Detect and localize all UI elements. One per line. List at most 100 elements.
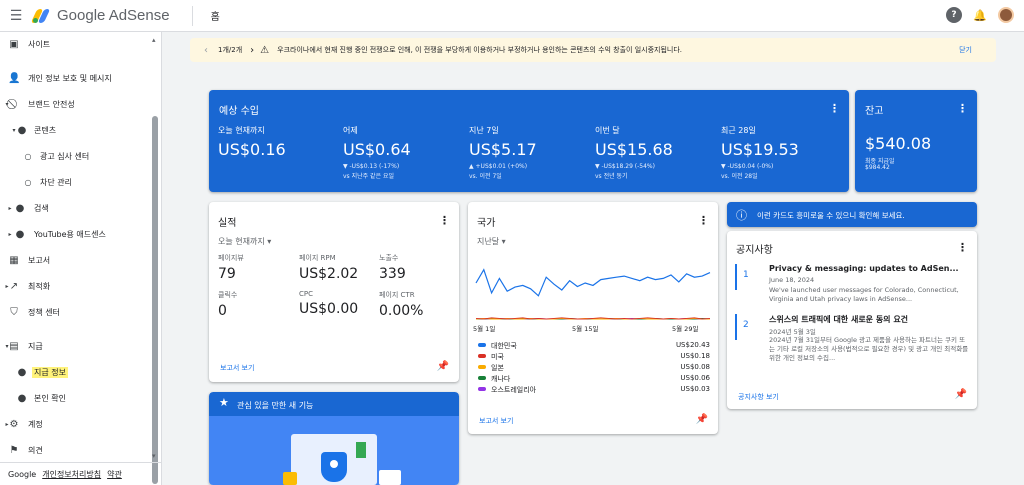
pin-icon[interactable]: 📌 [696, 414, 708, 425]
legend-swatch [478, 376, 486, 380]
notice-accent-bar [735, 264, 737, 290]
notice-item[interactable]: 1 Privacy & messaging: updates to AdSen.… [735, 264, 967, 303]
sidebar-item-content[interactable]: ▾ ● 콘텐츠 [0, 120, 152, 140]
performance-view-report-link[interactable]: 보고서 보기 [220, 363, 254, 373]
app-name: Google AdSense [57, 7, 170, 24]
countries-range-select[interactable]: 지난달 ▾ [477, 236, 506, 247]
notice-item[interactable]: 2 스위스의 트래픽에 대한 새로운 동의 요건 2024년 5월 3일 202… [735, 314, 968, 366]
sidebar: ▣ 사이트 👤 개인 정보 보호 및 메시지 ▾ ⃠ 브랜드 안전성 ▾ ● 콘… [0, 32, 162, 485]
earnings-this-month: 이번 달 US$15.68 ▼ -US$18.29 (-54%) vs 전년 동… [595, 126, 673, 180]
notices-more-icon[interactable]: ⋮ [957, 242, 968, 253]
gear-icon: ⚙ [9, 418, 19, 430]
earnings-more-icon[interactable]: ⋮ [829, 103, 840, 114]
help-icon[interactable]: ? [946, 7, 962, 23]
scroll-up-arrow[interactable]: ▴ [152, 36, 156, 44]
earnings-today: 오늘 현재까지 US$0.16 [218, 126, 286, 159]
bullet-icon: ● [17, 124, 27, 136]
balance-card: 잔고 ⋮ $540.08 최종 지급일 $984.42 [855, 90, 977, 192]
metric-page-rpm: 페이지 RPM US$2.02 [299, 254, 359, 282]
feedback-icon: ⚑ [9, 444, 19, 456]
sidebar-item-payment-info[interactable]: ● 지급 정보 [0, 362, 152, 382]
chart-icon: ▦ [9, 254, 19, 266]
country-row: 일본 US$0.08 [478, 363, 710, 373]
block-icon: ⃠ [8, 99, 20, 110]
sidebar-item-ad-review-center[interactable]: ○ 광고 심사 센터 [0, 146, 152, 166]
sidebar-item-brand-safety[interactable]: ▾ ⃠ 브랜드 안전성 [0, 94, 152, 114]
view-notices-link[interactable]: 공지사항 보기 [738, 392, 779, 402]
alert-close-button[interactable]: 닫기 [959, 45, 972, 55]
estimated-earnings-card: 예상 수입 ⋮ 오늘 현재까지 US$0.16 어제 US$0.64 ▼ -US… [209, 90, 849, 192]
avatar[interactable] [998, 7, 1014, 23]
sidebar-scrollbar[interactable] [152, 116, 158, 484]
adsense-logo-mark [30, 8, 52, 23]
sidebar-item-optimization[interactable]: ▸ ↗ 최적화 [0, 276, 152, 296]
sidebar-item-policy-center[interactable]: ⛉ 정책 센터 [0, 302, 152, 322]
sidebar-item-search[interactable]: ▸ ● 검색 [0, 198, 152, 218]
last-payment-value: $984.42 [865, 164, 890, 171]
sidebar-item-youtube[interactable]: ▸ ● YouTube용 애드센스 [0, 224, 152, 244]
countries-title: 국가 [477, 218, 496, 229]
promo-text: 이런 카드도 흥미로울 수 있으니 확인해 보세요. [757, 211, 905, 220]
performance-range-select[interactable]: 오늘 현재까지 ▾ [218, 236, 271, 247]
country-row: 대한민국 US$20.43 [478, 341, 710, 351]
header-divider [191, 5, 193, 26]
sidebar-item-sites[interactable]: ▣ 사이트 [0, 34, 152, 54]
sidebar-item-privacy-messaging[interactable]: 👤 개인 정보 보호 및 메시지 [0, 68, 152, 88]
sidebar-item-account[interactable]: ▸ ⚙ 계정 [0, 414, 152, 434]
new-features-header: ★ 관심 있을 만한 새 기능 [209, 392, 459, 416]
notices-card: 공지사항 ⋮ 1 Privacy & messaging: updates to… [727, 231, 977, 409]
performance-more-icon[interactable]: ⋮ [439, 215, 450, 226]
scroll-down-arrow[interactable]: ▾ [152, 452, 156, 460]
alert-message: 우크라이나에서 현재 진행 중인 전쟁으로 인해, 이 전쟁을 부당하게 이용하… [277, 46, 683, 54]
trending-icon: ↗ [9, 280, 19, 292]
pin-icon[interactable]: 📌 [955, 389, 967, 400]
x-tick-may-15: 5월 15일 [572, 325, 599, 333]
bell-icon[interactable]: 🔔 [972, 7, 988, 23]
country-row: 캐나다 US$0.06 [478, 374, 710, 384]
menu-icon[interactable]: ☰ [4, 8, 28, 24]
promo-banner[interactable]: ⓘ 이런 카드도 흥미로울 수 있으니 확인해 보세요. [727, 202, 977, 227]
series-line-미국 [475, 317, 711, 320]
countries-view-report-link[interactable]: 보고서 보기 [479, 416, 513, 426]
sidebar-item-reports[interactable]: ▦ 보고서 [0, 250, 152, 270]
x-tick-may-29: 5월 29일 [672, 325, 699, 333]
person-lock-icon: 👤 [8, 72, 21, 84]
performance-card: 실적 ⋮ 오늘 현재까지 ▾ 페이지뷰 79 페이지 RPM US$2.02 노출수… [209, 202, 459, 382]
terms-link[interactable]: 약관 [107, 469, 122, 480]
sidebar-item-feedback[interactable]: ⚑ 의견 [0, 440, 152, 460]
bullet-icon: ● [15, 202, 25, 214]
countries-more-icon[interactable]: ⋮ [698, 215, 709, 226]
privacy-policy-link[interactable]: 개인정보처리방침 [42, 469, 101, 480]
top-app-bar: ☰ Google AdSense 홈 ? 🔔 [0, 0, 1024, 32]
sidebar-footer: Google 개인정보처리방침 약관 [0, 462, 161, 485]
x-tick-may-1: 5월 1일 [473, 325, 496, 333]
legend-swatch [478, 387, 486, 391]
bullet-icon: ● [17, 392, 27, 404]
sidebar-item-blocking-controls[interactable]: ○ 차단 관리 [0, 172, 152, 192]
adsense-logo[interactable]: Google AdSense [30, 7, 170, 24]
countries-card: 국가 ⋮ 지난달 ▾ 5월 1일 5월 15일 5월 29일 대한민국 US$20… [468, 202, 718, 434]
bullet-icon: ● [15, 228, 25, 240]
earnings-title: 예상 수입 [219, 106, 259, 117]
prev-alert-icon[interactable]: ‹ [204, 45, 208, 56]
info-icon: ⓘ [736, 209, 747, 222]
circle-icon: ○ [24, 151, 32, 161]
legend-swatch [478, 354, 486, 358]
country-row: 오스트레일리아 US$0.03 [478, 385, 710, 395]
notice-accent-bar [735, 314, 737, 340]
footer-brand: Google [8, 469, 37, 479]
warning-icon: ⚠ [260, 44, 270, 56]
pin-icon[interactable]: 📌 [437, 361, 449, 372]
next-alert-icon[interactable]: › [250, 45, 254, 56]
new-features-card: ★ 관심 있을 만한 새 기능 [209, 392, 459, 485]
sidebar-item-identity-verification[interactable]: ● 본인 확인 [0, 388, 152, 408]
alert-banner: ‹ 1개/2개 › ⚠ 우크라이나에서 현재 진행 중인 전쟁으로 인해, 이 … [190, 38, 996, 62]
earnings-last-28-days: 최근 28일 US$19.53 ▼ -US$0.04 (-0%) vs. 이전 … [721, 126, 799, 180]
balance-value: $540.08 [865, 134, 932, 153]
balance-more-icon[interactable]: ⋮ [957, 103, 968, 114]
shield-icon: ⛉ [10, 306, 18, 318]
legend-swatch [478, 365, 486, 369]
sidebar-item-payments[interactable]: ▾ ▤ 지급 [0, 336, 152, 356]
metric-page-ctr: 페이지 CTR 0.00% [379, 291, 424, 319]
metric-clicks: 클릭수 0 [218, 291, 238, 319]
